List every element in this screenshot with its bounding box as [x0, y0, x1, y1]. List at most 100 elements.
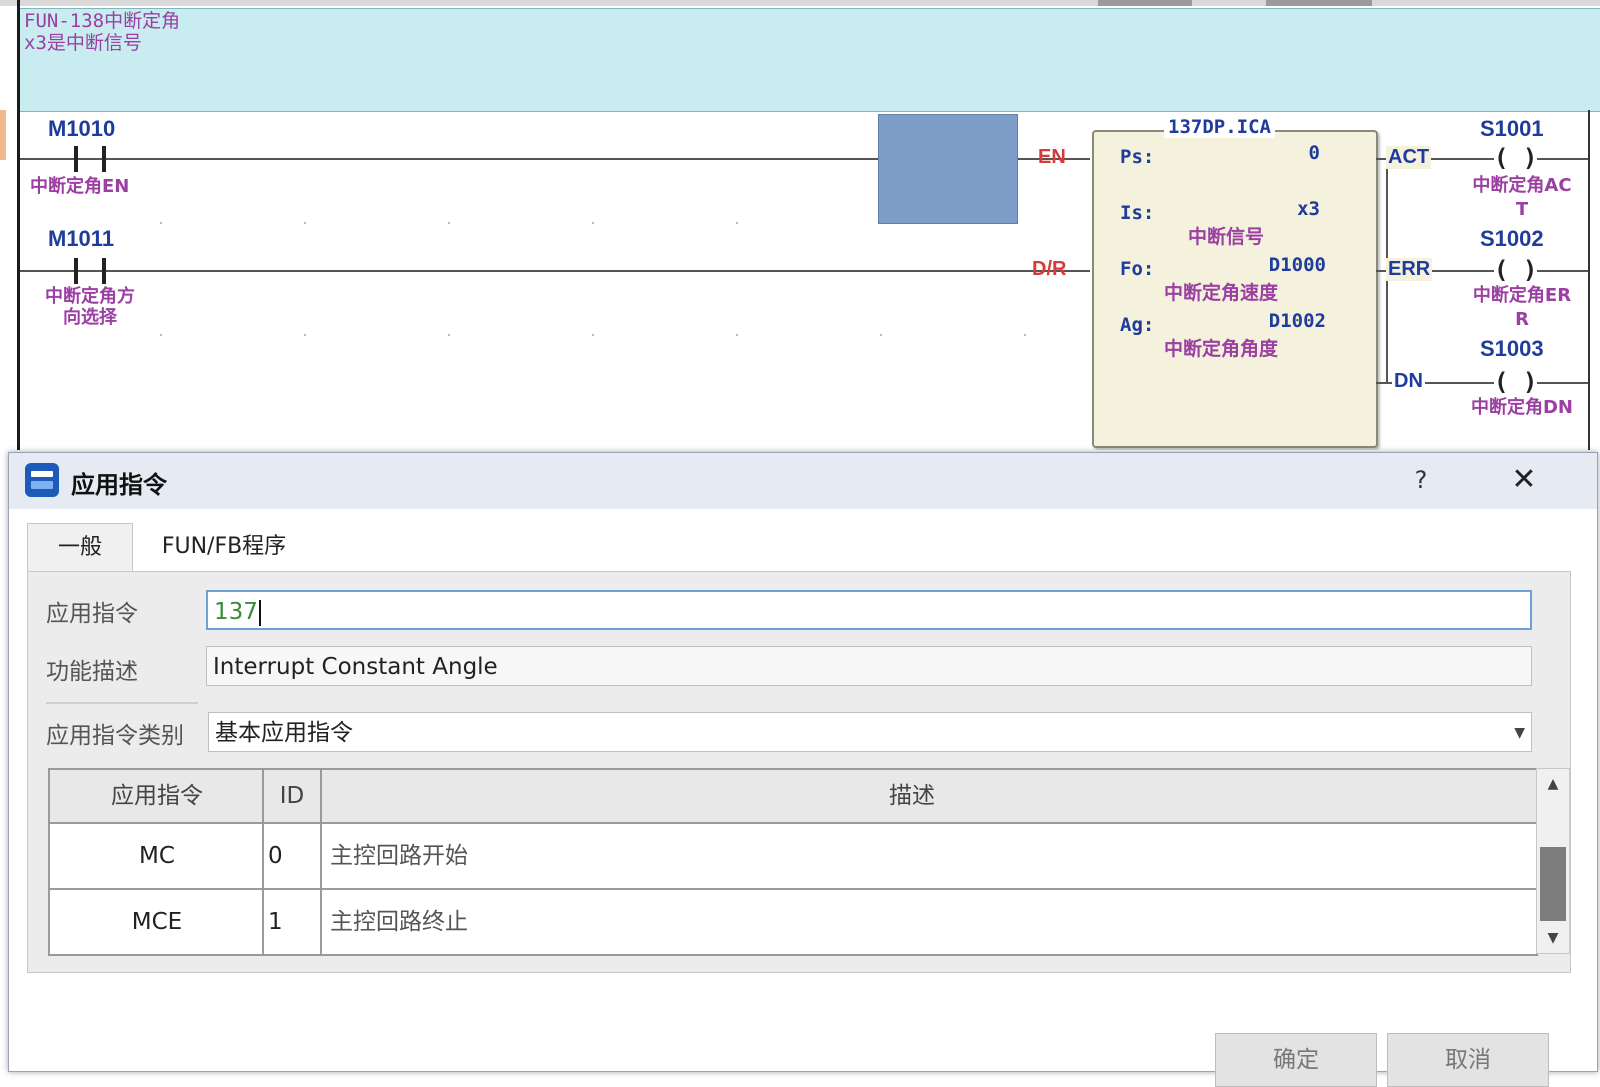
- instruction-input[interactable]: 137: [206, 590, 1532, 630]
- scroll-down-icon[interactable]: ▼: [1537, 923, 1569, 953]
- instruction-table[interactable]: 应用指令 ID 描述 MC 0 主控回路开始 MCE 1 主控回路终止: [48, 768, 1538, 956]
- grid-dot: [880, 334, 882, 336]
- fb-param-value: x3: [1297, 198, 1320, 220]
- application-instruction-dialog: 应用指令 ? ✕ 一般 FUN/FB程序 应用指令 137 功能描述 Inter…: [8, 452, 1598, 1087]
- coil-comment-line: R: [1515, 309, 1529, 330]
- field-separator: [46, 702, 198, 704]
- fb-param-value: D1000: [1268, 254, 1326, 276]
- grid-dot: [304, 334, 306, 336]
- description-field[interactable]: Interrupt Constant Angle: [206, 646, 1532, 686]
- column-header-instruction[interactable]: 应用指令: [50, 770, 264, 822]
- category-select[interactable]: 基本应用指令 ▼: [208, 712, 1532, 752]
- fb-param-label: Is:: [1120, 202, 1155, 224]
- close-icon[interactable]: ✕: [1499, 461, 1549, 499]
- cancel-button[interactable]: 取消: [1387, 1033, 1549, 1087]
- fb-input-dr: D/R: [1032, 258, 1067, 280]
- dialog-title: 应用指令: [71, 471, 167, 499]
- ruler-segment: [1098, 0, 1192, 6]
- fb-param-comment: 中断信号: [1188, 226, 1265, 248]
- rung-comment[interactable]: FUN-138中断定角 x3是中断信号: [20, 8, 1600, 112]
- normally-open-contact[interactable]: [74, 146, 106, 172]
- coil-comment: 中断定角ER R: [1452, 284, 1592, 332]
- grid-dot: [160, 334, 162, 336]
- coil-address: S1001: [1480, 116, 1544, 141]
- help-button[interactable]: ?: [1399, 461, 1443, 499]
- cell-instruction: MC: [139, 843, 175, 869]
- normally-open-contact[interactable]: [74, 258, 106, 284]
- fb-param-label: Fo:: [1120, 258, 1155, 280]
- ruler-segment: [1266, 0, 1372, 6]
- ok-button[interactable]: 确定: [1215, 1033, 1377, 1087]
- coil-comment: 中断定角DN: [1452, 396, 1592, 420]
- grid-dot: [448, 222, 450, 224]
- coil-comment-line: T: [1515, 199, 1529, 220]
- cell-description: 主控回路开始: [330, 843, 468, 869]
- cell-description: 主控回路终止: [330, 909, 468, 935]
- contact-comment: 中断定角EN: [30, 176, 130, 197]
- column-divider: [262, 770, 264, 954]
- ruler-strip: [0, 0, 1600, 6]
- function-block-title: 137DP.ICA: [1164, 116, 1275, 138]
- grid-dot: [1024, 334, 1026, 336]
- fb-output-dn: DN: [1392, 370, 1425, 393]
- grid-dot: [304, 222, 306, 224]
- text-caret: [258, 599, 261, 626]
- column-header-id[interactable]: ID: [264, 770, 320, 822]
- contact-comment-line: 向选择: [63, 307, 117, 328]
- fb-output-err: ERR: [1386, 258, 1433, 281]
- description-label: 功能描述: [46, 659, 138, 685]
- table-row[interactable]: MCE 1 主控回路终止: [50, 890, 1536, 954]
- output-coil[interactable]: ( ): [1494, 258, 1538, 282]
- dialog-body: 一般 FUN/FB程序 应用指令 137 功能描述 Interrupt Cons…: [9, 509, 1597, 1087]
- cell-id: 1: [268, 909, 283, 935]
- scrollbar-thumb[interactable]: [1540, 847, 1566, 921]
- chevron-down-icon[interactable]: ▼: [1514, 713, 1525, 753]
- grid-dot: [448, 334, 450, 336]
- table-scrollbar[interactable]: ▲ ▼: [1536, 768, 1570, 954]
- general-panel: 应用指令 137 功能描述 Interrupt Constant Angle 应…: [27, 571, 1571, 973]
- coil-comment-line: 中断定角DN: [1470, 397, 1573, 418]
- grid-dot: [592, 222, 594, 224]
- fb-param-comment: 中断定角速度: [1164, 282, 1279, 304]
- contact-comment-line: 中断定角方: [45, 286, 135, 307]
- grid-dot: [592, 334, 594, 336]
- column-header-description[interactable]: 描述: [322, 770, 1502, 822]
- coil-address: S1003: [1480, 336, 1544, 361]
- cell-id: 0: [268, 843, 283, 869]
- comment-line-2: x3是中断信号: [24, 32, 142, 54]
- output-coil[interactable]: ( ): [1494, 370, 1538, 394]
- tab-general[interactable]: 一般: [27, 523, 133, 572]
- coil-comment: 中断定角AC T: [1452, 174, 1592, 222]
- fb-param-value: D1002: [1268, 310, 1326, 332]
- cell-instruction: MCE: [131, 909, 183, 935]
- selected-cell[interactable]: [878, 114, 1018, 224]
- comment-line-1: FUN-138中断定角: [24, 10, 181, 32]
- grid-dot: [736, 222, 738, 224]
- grid-dot: [160, 222, 162, 224]
- table-row[interactable]: MC 0 主控回路开始: [50, 824, 1536, 890]
- scroll-up-icon[interactable]: ▲: [1537, 769, 1569, 799]
- contact-comment: 中断定角方 向选择: [32, 286, 148, 328]
- coil-comment-line: 中断定角AC: [1472, 175, 1572, 196]
- coil-comment-line: 中断定角ER: [1472, 285, 1572, 306]
- app-icon: [25, 463, 59, 497]
- category-label: 应用指令类别: [46, 723, 184, 749]
- dialog-titlebar[interactable]: 应用指令 ? ✕: [9, 453, 1597, 509]
- rung-wire: [20, 270, 1090, 272]
- ladder-editor[interactable]: FUN-138中断定角 x3是中断信号 M1010 中断定角EN M1011 中…: [0, 0, 1600, 450]
- fb-param-label: Ps:: [1120, 146, 1155, 168]
- output-coil[interactable]: ( ): [1494, 146, 1538, 170]
- rung-marker: [0, 110, 6, 160]
- instruction-input-value: 137: [214, 599, 258, 625]
- coil-address: S1002: [1480, 226, 1544, 251]
- contact-address: M1011: [48, 226, 115, 251]
- instruction-label: 应用指令: [46, 601, 138, 627]
- contact-address: M1010: [48, 116, 116, 141]
- fb-output-act: ACT: [1386, 146, 1432, 169]
- right-power-rail: [1588, 110, 1590, 450]
- grid-dot: [736, 334, 738, 336]
- fb-param-label: Ag:: [1120, 314, 1155, 336]
- fb-input-en: EN: [1038, 146, 1066, 168]
- category-select-value: 基本应用指令: [215, 720, 353, 746]
- tab-fun-fb-program[interactable]: FUN/FB程序: [139, 523, 309, 571]
